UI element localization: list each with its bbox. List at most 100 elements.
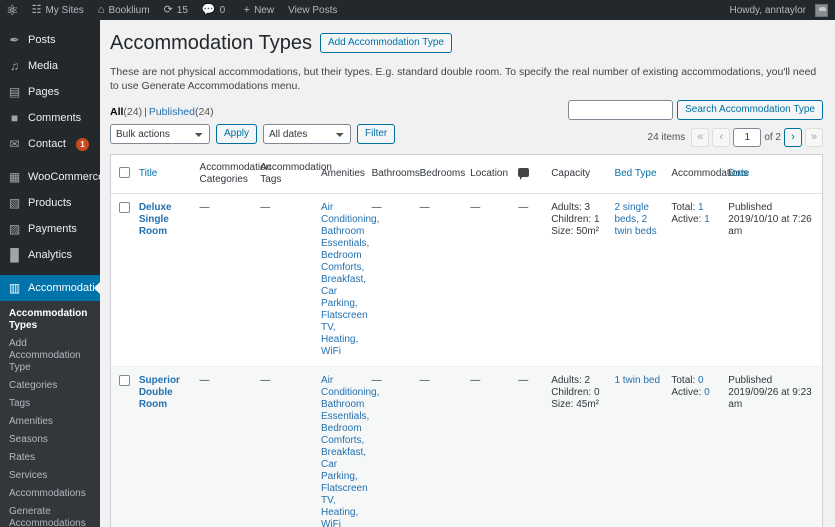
submenu-item-amenities[interactable]: Amenities (0, 413, 100, 431)
view-all-link[interactable]: All (110, 106, 123, 118)
next-page-button[interactable]: › (784, 128, 802, 147)
accommodations-active: Active: 1 (671, 214, 724, 226)
submenu-item-add-accommodation-type[interactable]: Add Accommodation Type (0, 335, 100, 377)
submenu-item-services[interactable]: Services (0, 467, 100, 485)
admin-bar: ⚛ ☷ My Sites ⌂ Booklium ⟳ 15 💬 0 + New V… (0, 0, 835, 20)
sidebar-item-analytics[interactable]: █ Analytics (0, 242, 100, 268)
select-all-header (111, 155, 139, 194)
account-menu[interactable]: Howdy, anntaylor (722, 0, 835, 20)
payments-icon: ▨ (8, 222, 21, 236)
accommodation-types-table-wrap: Title Accommodation Categories Accommodati… (110, 154, 823, 527)
sidebar-item-woocommerce[interactable]: ▦ WooCommerce (0, 164, 100, 190)
date-value: 2019/09/26 at 9:23 am (728, 387, 812, 410)
row-accommodations-cell: Total: 1 Active: 1 (671, 193, 729, 367)
my-sites-menu[interactable]: ☷ My Sites (25, 0, 91, 20)
accommodations-active-value[interactable]: 1 (701, 214, 710, 225)
row-date-cell: Published 2019/10/10 at 7:26 am (728, 193, 822, 367)
submenu-item-generate-accommodations[interactable]: Generate Accommodations (0, 503, 100, 527)
date-filter-select[interactable]: All dates (263, 124, 352, 144)
sidebar-item-label: Payments (28, 223, 77, 235)
accommodations-total-label: Total: (671, 202, 696, 213)
analytics-icon: █ (10, 248, 19, 262)
view-published-link[interactable]: Published (149, 106, 195, 118)
row-bedrooms-cell: — (419, 366, 471, 527)
column-header-title[interactable]: Title (138, 155, 200, 194)
column-header-date[interactable]: Date (728, 155, 822, 194)
column-header-amenities: Amenities (320, 155, 372, 194)
table-row: Deluxe Single Room — — Air Conditioning, Ba… (111, 193, 822, 367)
capacity-children: Children: 0 (551, 387, 600, 398)
items-count: 24 items (647, 132, 686, 143)
row-amenities-cell: Air Conditioning, Bathroom Essentials, B… (320, 193, 379, 367)
sidebar-item-posts[interactable]: ✒ Posts (0, 27, 100, 53)
accommodations-total-value[interactable]: 0 (695, 375, 704, 386)
view-all-count: (24) (123, 106, 143, 118)
submenu-item-accommodation-types[interactable]: Accommodation Types (0, 305, 100, 335)
sidebar-item-media[interactable]: ♫ Media (0, 53, 100, 79)
sidebar-item-label: Comments (28, 112, 82, 124)
table-row: Superior Double Room — — Air Conditioning, … (111, 366, 822, 527)
submenu-item-accommodations[interactable]: Accommodations (0, 485, 100, 503)
row-title-link[interactable]: Superior Double Room (139, 375, 196, 411)
updates-button[interactable]: ⟳ 15 (157, 0, 195, 20)
search-input[interactable] (568, 100, 674, 120)
filter-button[interactable]: Filter (357, 124, 396, 144)
column-header-accommodation-tags: Accommodation Tags (260, 155, 332, 194)
sidebar-item-label: WooCommerce (28, 171, 100, 183)
select-all-checkbox[interactable] (119, 166, 130, 178)
pagination: 24 items « ‹ 1 of 2 › » (648, 128, 823, 147)
date-status: Published (728, 375, 773, 386)
submenu-item-tags[interactable]: Tags (0, 395, 100, 413)
submenu-item-categories[interactable]: Categories (0, 377, 100, 395)
apply-button[interactable]: Apply (216, 124, 258, 144)
sidebar-item-comments[interactable]: ■ Comments (0, 105, 100, 131)
submenu-item-seasons[interactable]: Seasons (0, 431, 100, 449)
view-posts-link[interactable]: View Posts (281, 0, 344, 20)
capacity-children: Children: 1 (551, 214, 600, 225)
row-tags-cell: — (260, 366, 321, 527)
search-box: Search Accommodation Type (568, 100, 823, 120)
comment-icon: ■ (10, 111, 19, 125)
sidebar-item-pages[interactable]: ▤ Pages (0, 79, 100, 105)
column-header-bedrooms: Bedrooms (419, 155, 471, 194)
column-header-bathrooms: Bathrooms (371, 155, 420, 194)
media-icon: ♫ (10, 59, 19, 73)
view-posts-label: View Posts (288, 4, 338, 16)
row-bed-type-link[interactable]: 1 twin bed (614, 375, 660, 386)
row-categories-cell: — (199, 193, 261, 367)
search-submit-button[interactable]: Search Accommodation Type (677, 100, 823, 120)
row-checkbox[interactable] (119, 202, 130, 213)
howdy-label: Howdy, anntaylor (729, 4, 806, 16)
wordpress-logo-icon[interactable]: ⚛ (0, 0, 25, 20)
page-title: Accommodation Types (110, 32, 312, 54)
content-area: Accommodation Types Add Accommodation Ty… (100, 20, 835, 527)
column-header-bed-type[interactable]: Bed Type (614, 155, 672, 194)
home-icon: ⌂ (97, 3, 105, 16)
submenu-item-rates[interactable]: Rates (0, 449, 100, 467)
row-checkbox[interactable] (119, 375, 130, 386)
sidebar-item-accommodation[interactable]: ▥ Accommodation (0, 275, 100, 301)
site-name-menu[interactable]: ⌂ Booklium (91, 0, 157, 20)
comments-bubble[interactable]: 💬 0 (195, 0, 237, 20)
row-title-link[interactable]: Deluxe Single Room (139, 202, 196, 238)
new-label: New (254, 4, 275, 16)
accommodations-active-value[interactable]: 0 (701, 387, 710, 398)
add-accommodation-type-button[interactable]: Add Accommodation Type (319, 33, 452, 53)
bulk-actions-select[interactable]: Bulk actions (110, 124, 210, 144)
accommodations-total-value[interactable]: 1 (695, 202, 704, 213)
row-bed-type-cell: 2 single beds, 2 twin beds (614, 193, 672, 367)
sidebar-item-contact[interactable]: ✉ Contact 1 (0, 131, 100, 157)
accommodations-active-label: Active: (671, 387, 702, 398)
sidebar-item-payments[interactable]: ▨ Payments (0, 216, 100, 242)
date-value: 2019/10/10 at 7:26 am (728, 214, 812, 237)
table-nav-top: Bulk actions Apply All dates Filter Sear… (110, 100, 823, 154)
row-bed-type-link[interactable]: 2 single beds, 2 twin beds (614, 202, 656, 237)
new-content-button[interactable]: + New (237, 0, 281, 20)
accommodations-active-label: Active: (671, 214, 702, 225)
sidebar-item-products[interactable]: ▧ Products (0, 190, 100, 216)
comments-count: 0 (219, 4, 226, 16)
current-page-input[interactable]: 1 (733, 128, 762, 147)
table-header-row: Title Accommodation Categories Accommodati… (111, 155, 822, 194)
accommodations-total: Total: 0 (671, 375, 724, 387)
accommodations-total: Total: 1 (671, 202, 724, 214)
